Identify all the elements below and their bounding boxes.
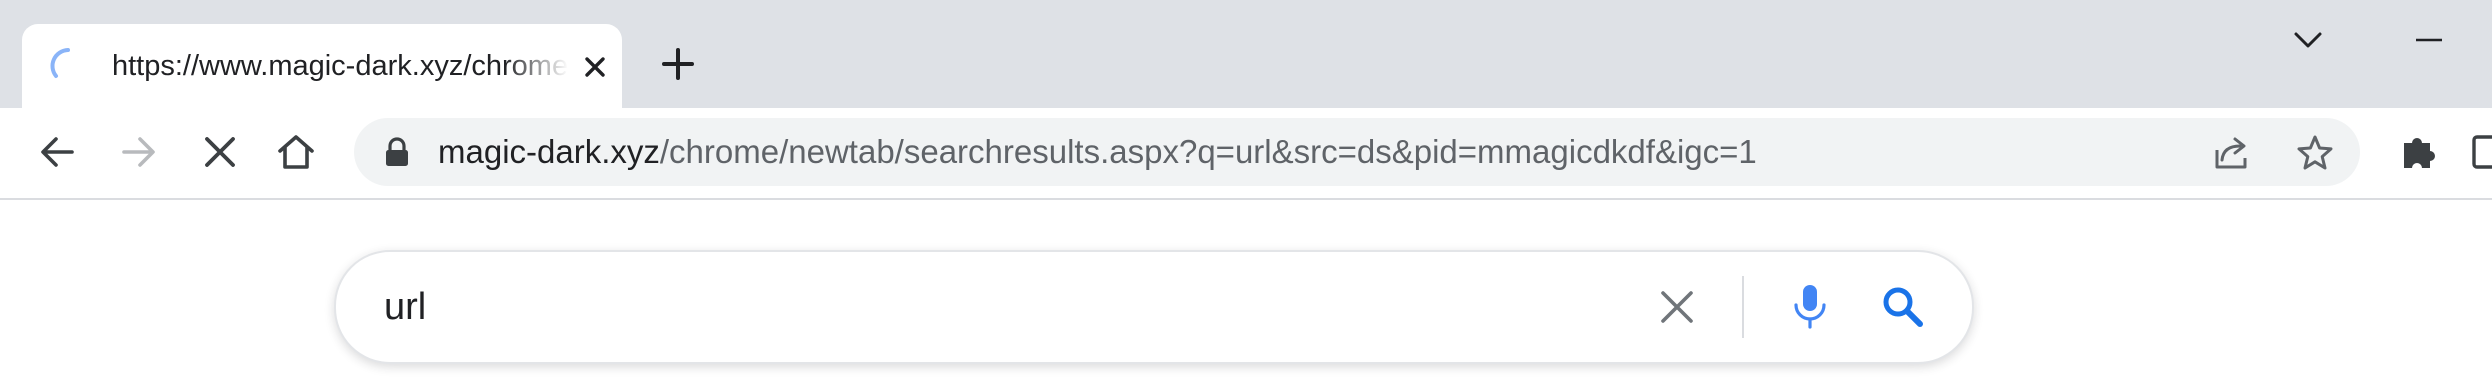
new-tab-button[interactable]: [656, 42, 700, 86]
puzzle-icon[interactable]: [2396, 128, 2442, 174]
address-bar[interactable]: magic-dark.xyz/chrome/newtab/searchresul…: [354, 118, 2360, 186]
side-panel-icon[interactable]: [2470, 132, 2492, 172]
chevron-down-icon: [2294, 32, 2322, 48]
lock-icon[interactable]: [382, 136, 412, 168]
search-input[interactable]: url: [384, 252, 426, 362]
microphone-icon[interactable]: [1788, 282, 1832, 332]
minimize-icon: [2416, 38, 2442, 42]
stop-icon: [205, 137, 235, 167]
tab-title: https://www.magic-dark.xyz/chrome/newtab…: [112, 50, 568, 82]
clear-icon[interactable]: [1654, 284, 1700, 330]
divider: [1742, 276, 1744, 338]
minimize-button[interactable]: [2404, 20, 2454, 60]
star-icon[interactable]: [2294, 132, 2336, 174]
url-host: magic-dark.xyz: [438, 133, 660, 170]
forward-button[interactable]: [114, 128, 162, 176]
search-box[interactable]: url: [334, 250, 1974, 364]
page-content: url: [0, 200, 2492, 388]
home-button[interactable]: [272, 128, 320, 176]
tab-search-button[interactable]: [2288, 20, 2328, 60]
home-icon: [278, 135, 314, 169]
loading-spinner-icon: [48, 46, 88, 86]
back-arrow-icon: [41, 137, 74, 167]
browser-toolbar: magic-dark.xyz/chrome/newtab/searchresul…: [0, 108, 2492, 200]
tab-strip: https://www.magic-dark.xyz/chrome/newtab…: [0, 0, 2492, 108]
share-icon[interactable]: [2210, 132, 2252, 174]
url-path: /chrome/newtab/searchresults.aspx?q=url&…: [659, 133, 1757, 170]
close-icon[interactable]: [578, 50, 612, 84]
url-text[interactable]: magic-dark.xyz/chrome/newtab/searchresul…: [438, 118, 1757, 186]
stop-button[interactable]: [196, 128, 244, 176]
back-button[interactable]: [34, 128, 82, 176]
active-tab[interactable]: https://www.magic-dark.xyz/chrome/newtab…: [22, 24, 622, 108]
search-icon[interactable]: [1878, 282, 1926, 330]
forward-arrow-icon: [122, 137, 155, 167]
plus-icon: [662, 48, 694, 80]
